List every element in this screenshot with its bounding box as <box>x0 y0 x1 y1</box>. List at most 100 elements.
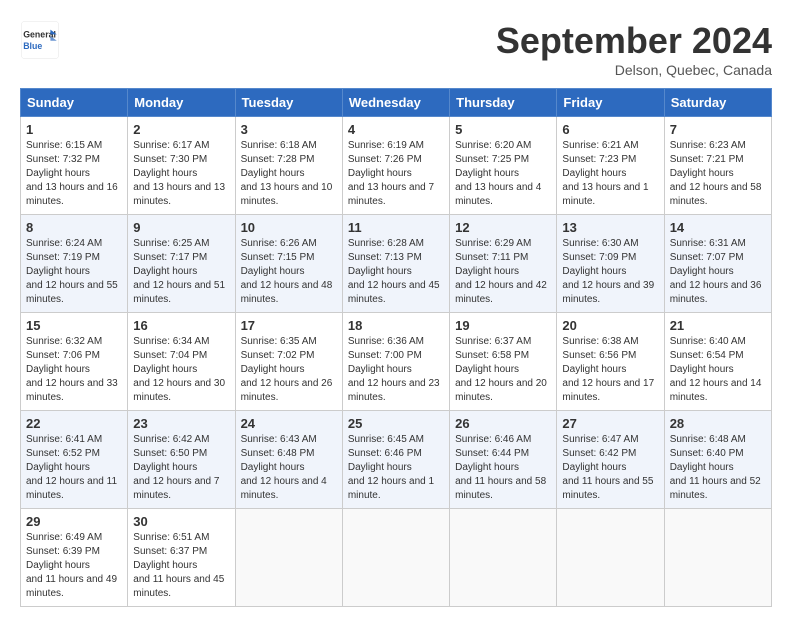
day-number: 3 <box>241 122 337 137</box>
cell-content: Sunrise: 6:24 AMSunset: 7:19 PMDaylight … <box>26 238 118 305</box>
cell-content: Sunrise: 6:34 AMSunset: 7:04 PMDaylight … <box>133 336 225 403</box>
cell-content: Sunrise: 6:45 AMSunset: 6:46 PMDaylight … <box>348 434 434 501</box>
calendar-week-row: 22 Sunrise: 6:41 AMSunset: 6:52 PMDaylig… <box>21 411 772 509</box>
day-number: 14 <box>670 220 766 235</box>
calendar-cell: 17 Sunrise: 6:35 AMSunset: 7:02 PMDaylig… <box>235 313 342 411</box>
cell-content: Sunrise: 6:38 AMSunset: 6:56 PMDaylight … <box>562 336 654 403</box>
day-number: 20 <box>562 318 658 333</box>
calendar-cell: 22 Sunrise: 6:41 AMSunset: 6:52 PMDaylig… <box>21 411 128 509</box>
day-number: 27 <box>562 416 658 431</box>
cell-content: Sunrise: 6:32 AMSunset: 7:06 PMDaylight … <box>26 336 118 403</box>
calendar-cell: 23 Sunrise: 6:42 AMSunset: 6:50 PMDaylig… <box>128 411 235 509</box>
calendar-body: 1 Sunrise: 6:15 AMSunset: 7:32 PMDayligh… <box>21 117 772 607</box>
day-number: 13 <box>562 220 658 235</box>
calendar-cell <box>450 509 557 607</box>
cell-content: Sunrise: 6:31 AMSunset: 7:07 PMDaylight … <box>670 238 762 305</box>
cell-content: Sunrise: 6:28 AMSunset: 7:13 PMDaylight … <box>348 238 440 305</box>
calendar-cell: 6 Sunrise: 6:21 AMSunset: 7:23 PMDayligh… <box>557 117 664 215</box>
month-title: September 2024 <box>496 20 772 62</box>
calendar-cell: 27 Sunrise: 6:47 AMSunset: 6:42 PMDaylig… <box>557 411 664 509</box>
calendar-cell: 7 Sunrise: 6:23 AMSunset: 7:21 PMDayligh… <box>664 117 771 215</box>
day-number: 6 <box>562 122 658 137</box>
calendar-cell: 11 Sunrise: 6:28 AMSunset: 7:13 PMDaylig… <box>342 215 449 313</box>
cell-content: Sunrise: 6:36 AMSunset: 7:00 PMDaylight … <box>348 336 440 403</box>
cell-content: Sunrise: 6:17 AMSunset: 7:30 PMDaylight … <box>133 140 225 207</box>
cell-content: Sunrise: 6:43 AMSunset: 6:48 PMDaylight … <box>241 434 327 501</box>
calendar-cell: 21 Sunrise: 6:40 AMSunset: 6:54 PMDaylig… <box>664 313 771 411</box>
day-number: 17 <box>241 318 337 333</box>
cell-content: Sunrise: 6:40 AMSunset: 6:54 PMDaylight … <box>670 336 762 403</box>
day-number: 9 <box>133 220 229 235</box>
day-number: 15 <box>26 318 122 333</box>
calendar-cell: 29 Sunrise: 6:49 AMSunset: 6:39 PMDaylig… <box>21 509 128 607</box>
calendar-cell: 18 Sunrise: 6:36 AMSunset: 7:00 PMDaylig… <box>342 313 449 411</box>
cell-content: Sunrise: 6:49 AMSunset: 6:39 PMDaylight … <box>26 532 117 599</box>
location: Delson, Quebec, Canada <box>496 62 772 78</box>
cell-content: Sunrise: 6:29 AMSunset: 7:11 PMDaylight … <box>455 238 547 305</box>
cell-content: Sunrise: 6:25 AMSunset: 7:17 PMDaylight … <box>133 238 225 305</box>
day-number: 24 <box>241 416 337 431</box>
day-number: 22 <box>26 416 122 431</box>
day-number: 12 <box>455 220 551 235</box>
cell-content: Sunrise: 6:18 AMSunset: 7:28 PMDaylight … <box>241 140 333 207</box>
cell-content: Sunrise: 6:23 AMSunset: 7:21 PMDaylight … <box>670 140 762 207</box>
day-number: 11 <box>348 220 444 235</box>
day-number: 29 <box>26 514 122 529</box>
day-number: 1 <box>26 122 122 137</box>
weekday-header: Wednesday <box>342 89 449 117</box>
calendar-table: SundayMondayTuesdayWednesdayThursdayFrid… <box>20 88 772 607</box>
cell-content: Sunrise: 6:42 AMSunset: 6:50 PMDaylight … <box>133 434 219 501</box>
cell-content: Sunrise: 6:35 AMSunset: 7:02 PMDaylight … <box>241 336 333 403</box>
calendar-cell: 5 Sunrise: 6:20 AMSunset: 7:25 PMDayligh… <box>450 117 557 215</box>
calendar-week-row: 29 Sunrise: 6:49 AMSunset: 6:39 PMDaylig… <box>21 509 772 607</box>
calendar-cell <box>664 509 771 607</box>
weekday-header: Tuesday <box>235 89 342 117</box>
cell-content: Sunrise: 6:21 AMSunset: 7:23 PMDaylight … <box>562 140 648 207</box>
weekday-header: Thursday <box>450 89 557 117</box>
calendar-cell: 14 Sunrise: 6:31 AMSunset: 7:07 PMDaylig… <box>664 215 771 313</box>
calendar-header-row: SundayMondayTuesdayWednesdayThursdayFrid… <box>21 89 772 117</box>
day-number: 7 <box>670 122 766 137</box>
day-number: 23 <box>133 416 229 431</box>
calendar-cell <box>342 509 449 607</box>
title-block: September 2024 Delson, Quebec, Canada <box>496 20 772 78</box>
day-number: 26 <box>455 416 551 431</box>
cell-content: Sunrise: 6:26 AMSunset: 7:15 PMDaylight … <box>241 238 333 305</box>
calendar-week-row: 15 Sunrise: 6:32 AMSunset: 7:06 PMDaylig… <box>21 313 772 411</box>
calendar-cell: 10 Sunrise: 6:26 AMSunset: 7:15 PMDaylig… <box>235 215 342 313</box>
cell-content: Sunrise: 6:30 AMSunset: 7:09 PMDaylight … <box>562 238 654 305</box>
weekday-header: Sunday <box>21 89 128 117</box>
day-number: 4 <box>348 122 444 137</box>
calendar-week-row: 8 Sunrise: 6:24 AMSunset: 7:19 PMDayligh… <box>21 215 772 313</box>
calendar-cell: 9 Sunrise: 6:25 AMSunset: 7:17 PMDayligh… <box>128 215 235 313</box>
calendar-cell: 3 Sunrise: 6:18 AMSunset: 7:28 PMDayligh… <box>235 117 342 215</box>
calendar-cell: 20 Sunrise: 6:38 AMSunset: 6:56 PMDaylig… <box>557 313 664 411</box>
cell-content: Sunrise: 6:51 AMSunset: 6:37 PMDaylight … <box>133 532 224 599</box>
day-number: 25 <box>348 416 444 431</box>
cell-content: Sunrise: 6:37 AMSunset: 6:58 PMDaylight … <box>455 336 547 403</box>
calendar-cell <box>557 509 664 607</box>
calendar-cell: 13 Sunrise: 6:30 AMSunset: 7:09 PMDaylig… <box>557 215 664 313</box>
cell-content: Sunrise: 6:48 AMSunset: 6:40 PMDaylight … <box>670 434 761 501</box>
weekday-header: Friday <box>557 89 664 117</box>
day-number: 2 <box>133 122 229 137</box>
page-header: General Blue September 2024 Delson, Queb… <box>20 20 772 78</box>
calendar-cell: 30 Sunrise: 6:51 AMSunset: 6:37 PMDaylig… <box>128 509 235 607</box>
day-number: 28 <box>670 416 766 431</box>
calendar-cell: 15 Sunrise: 6:32 AMSunset: 7:06 PMDaylig… <box>21 313 128 411</box>
logo-icon: General Blue <box>20 20 60 60</box>
cell-content: Sunrise: 6:19 AMSunset: 7:26 PMDaylight … <box>348 140 434 207</box>
day-number: 10 <box>241 220 337 235</box>
day-number: 18 <box>348 318 444 333</box>
calendar-cell: 28 Sunrise: 6:48 AMSunset: 6:40 PMDaylig… <box>664 411 771 509</box>
logo: General Blue <box>20 20 66 60</box>
calendar-cell: 26 Sunrise: 6:46 AMSunset: 6:44 PMDaylig… <box>450 411 557 509</box>
cell-content: Sunrise: 6:20 AMSunset: 7:25 PMDaylight … <box>455 140 541 207</box>
weekday-header: Monday <box>128 89 235 117</box>
calendar-week-row: 1 Sunrise: 6:15 AMSunset: 7:32 PMDayligh… <box>21 117 772 215</box>
cell-content: Sunrise: 6:15 AMSunset: 7:32 PMDaylight … <box>26 140 118 207</box>
calendar-cell: 12 Sunrise: 6:29 AMSunset: 7:11 PMDaylig… <box>450 215 557 313</box>
cell-content: Sunrise: 6:46 AMSunset: 6:44 PMDaylight … <box>455 434 546 501</box>
calendar-cell: 4 Sunrise: 6:19 AMSunset: 7:26 PMDayligh… <box>342 117 449 215</box>
day-number: 8 <box>26 220 122 235</box>
